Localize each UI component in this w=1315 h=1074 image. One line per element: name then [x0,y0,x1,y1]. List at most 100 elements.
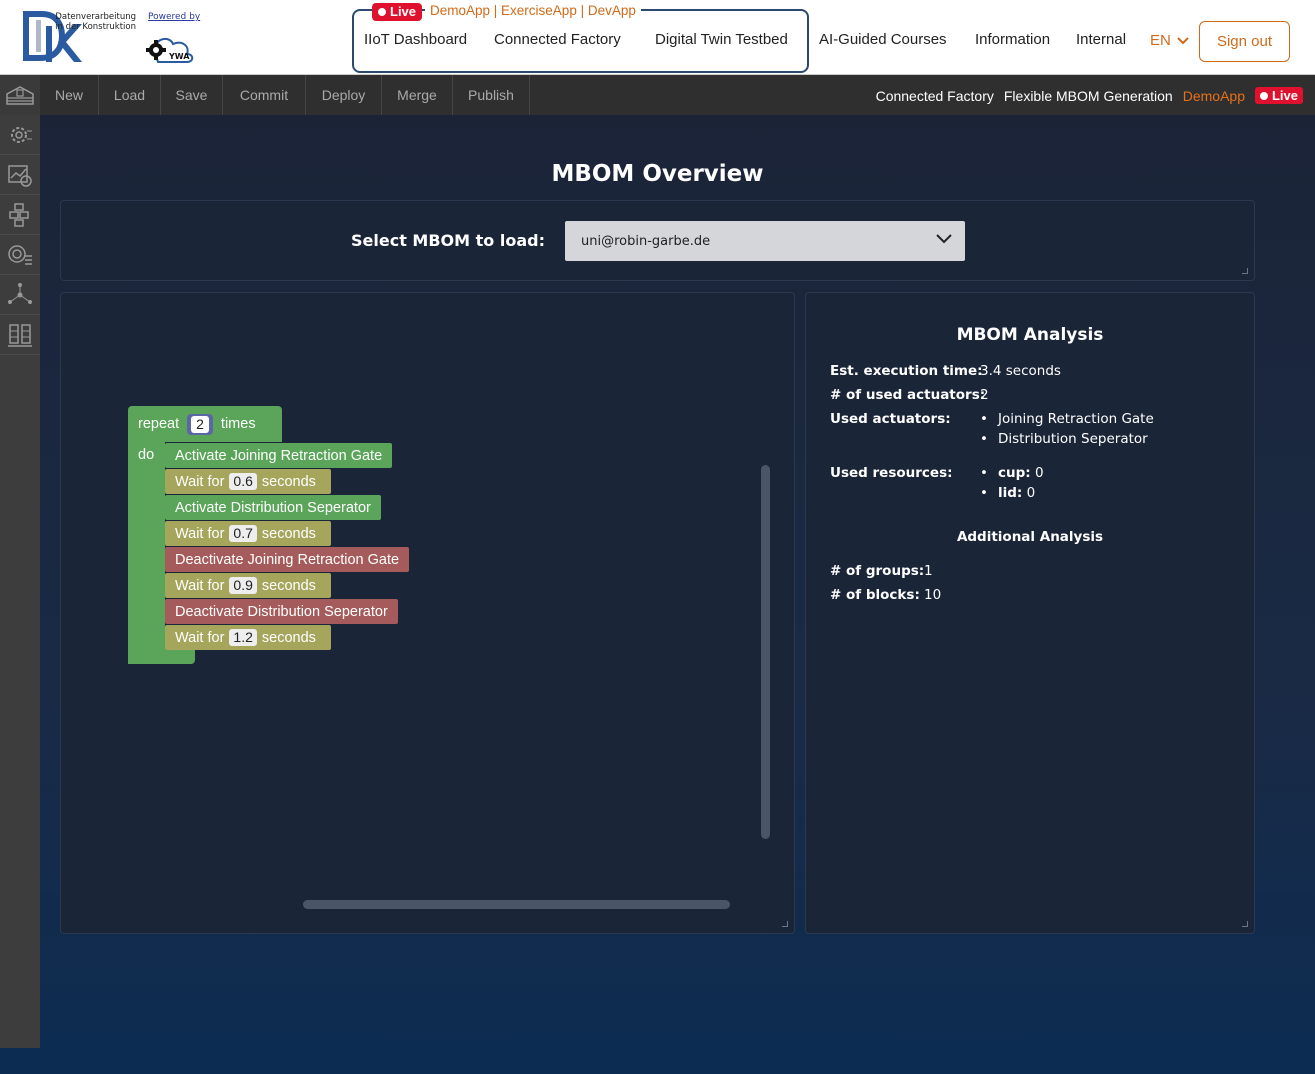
groups-value: 1 [924,563,933,579]
repeat-block-spine [128,442,165,664]
top-header: Datenverarbeitung in der Konstruktion Po… [0,0,1315,75]
toolbar-load-button[interactable]: Load [99,75,161,115]
blocks-value: 10 [924,587,942,603]
toolbar-save-button[interactable]: Save [161,75,223,115]
sidebar [0,115,40,1048]
sidebar-item-analytics[interactable] [0,155,40,195]
select-panel: Select MBOM to load: uni@robin-garbe.de [60,200,1255,281]
resize-handle[interactable] [1242,921,1248,927]
block-deactivate-joining[interactable]: Deactivate Joining Retraction Gate [165,547,410,572]
sidebar-item-network[interactable] [0,275,40,315]
resource-value: 0 [1026,485,1036,501]
block-text: Activate Joining Retraction Gate [175,447,383,464]
block-deactivate-distribution[interactable]: Deactivate Distribution Seperator [165,599,398,624]
repeat-count: 2 [191,415,209,433]
block-wait[interactable]: Wait for 0.6 seconds [165,469,331,494]
analysis-panel: MBOM Analysis Est. execution time: 3.4 s… [805,292,1255,934]
repeat-count-field[interactable]: 2 [187,413,213,435]
toolbar-live-label: Live [1271,88,1298,103]
mbom-select-value: uni@robin-garbe.de [581,233,711,249]
target-list-icon [8,244,32,265]
wait-value-field[interactable]: 0.9 [229,577,257,594]
language-selector[interactable]: EN [1150,32,1189,49]
actuator-item: Distribution Seperator [980,431,1148,447]
workspace-horizontal-scrollbar[interactable] [303,900,730,909]
resize-handle[interactable] [782,921,788,927]
breadcrumb-flexible-mbom[interactable]: Flexible MBOM Generation [1004,88,1173,104]
actuators-count-value: 2 [980,387,989,403]
toolbar-merge-button[interactable]: Merge [382,75,453,115]
groups-label: # of groups: [830,563,925,579]
block-wait[interactable]: Wait for 0.9 seconds [165,573,331,598]
powered-by-link[interactable]: Powered by [148,12,200,22]
repeat-header: repeat 2 times [128,411,266,437]
nav-digital-twin-testbed[interactable]: Digital Twin Testbed [655,31,788,48]
toolbar-commit-button[interactable]: Commit [223,75,306,115]
block-wait[interactable]: Wait for 0.7 seconds [165,521,331,546]
toolbar-live-badge: Live [1254,87,1303,104]
sidebar-item-target[interactable] [0,235,40,275]
nav-connected-factory[interactable]: Connected Factory [494,31,621,48]
actuators-count-label: # of used actuators: [830,387,986,403]
do-label: do [138,447,155,463]
wait-post: seconds [261,629,316,646]
nav-internal[interactable]: Internal [1076,31,1126,48]
live-dot-icon [1259,91,1268,100]
resource-item: lid: 0 [980,485,1035,501]
additional-analysis-title: Additional Analysis [956,529,1104,545]
wait-pre: Wait for [175,629,225,646]
language-label: EN [1150,32,1171,49]
toolbar-publish-button[interactable]: Publish [453,75,530,115]
mbom-select[interactable]: uni@robin-garbe.de [565,221,965,261]
blocks-label: # of blocks: [830,587,920,603]
resize-handle[interactable] [1242,268,1248,274]
hierarchy-blocks-icon [9,202,29,227]
nav-ai-guided-courses[interactable]: AI-Guided Courses [819,31,947,48]
block-activate-distribution[interactable]: Activate Distribution Seperator [165,495,381,520]
wait-value-field[interactable]: 1.2 [229,629,257,646]
used-actuators-label: Used actuators: [830,411,951,427]
toolbar-deploy-button[interactable]: Deploy [306,75,382,115]
environment-links[interactable]: DemoApp | ExerciseApp | DevApp [425,3,641,18]
factory-home-icon [6,86,34,105]
live-dot-icon [378,7,386,16]
wait-post: seconds [261,577,316,594]
wait-value-field[interactable]: 0.6 [229,473,257,490]
main-content: MBOM Overview Select MBOM to load: uni@r… [40,115,1315,1074]
live-badge: Live [372,3,423,21]
wait-post: seconds [261,473,316,490]
block-text: Activate Distribution Seperator [175,499,371,516]
nav-information[interactable]: Information [975,31,1050,48]
toolbar: New Load Save Commit Deploy Merge Publis… [0,75,1315,115]
ywa-gear-cloud-icon: YWA [146,38,194,63]
dik-logo[interactable]: Datenverarbeitung in der Konstruktion [22,10,142,65]
exec-time-label: Est. execution time: [830,363,983,379]
sign-out-button[interactable]: Sign out [1199,21,1290,62]
resource-item: cup: 0 [980,465,1044,481]
used-resources-label: Used resources: [830,465,953,481]
exec-time-value: 3.4 seconds [980,363,1061,379]
ywa-logo[interactable]: YWA [142,28,202,68]
toolbar-home-button[interactable] [0,75,40,115]
analysis-title: MBOM Analysis [956,325,1104,345]
logo-text: Datenverarbeitung in der Konstruktion [55,12,136,32]
toolbar-breadcrumb: Connected Factory Flexible MBOM Generati… [876,87,1303,104]
chevron-down-icon [936,234,952,244]
nav-iiot-dashboard[interactable]: IIoT Dashboard [364,31,467,48]
sidebar-item-servers[interactable] [0,315,40,355]
sidebar-item-settings[interactable] [0,115,40,155]
block-wait[interactable]: Wait for 1.2 seconds [165,625,331,650]
wait-post: seconds [261,525,316,542]
block-activate-joining[interactable]: Activate Joining Retraction Gate [165,443,393,468]
page-title: MBOM Overview [551,161,764,187]
breadcrumb-connected-factory[interactable]: Connected Factory [876,88,994,104]
resource-value: 0 [1034,465,1044,481]
block-text: Deactivate Joining Retraction Gate [175,551,400,568]
settings-gear-icon [11,126,32,143]
toolbar-new-button[interactable]: New [40,75,99,115]
sidebar-item-hierarchy[interactable] [0,195,40,235]
chevron-down-icon [1177,36,1189,44]
block-workspace[interactable]: repeat 2 times do Activate Joining Retra… [60,292,795,934]
workspace-vertical-scrollbar[interactable] [761,465,770,839]
wait-value-field[interactable]: 0.7 [229,525,257,542]
